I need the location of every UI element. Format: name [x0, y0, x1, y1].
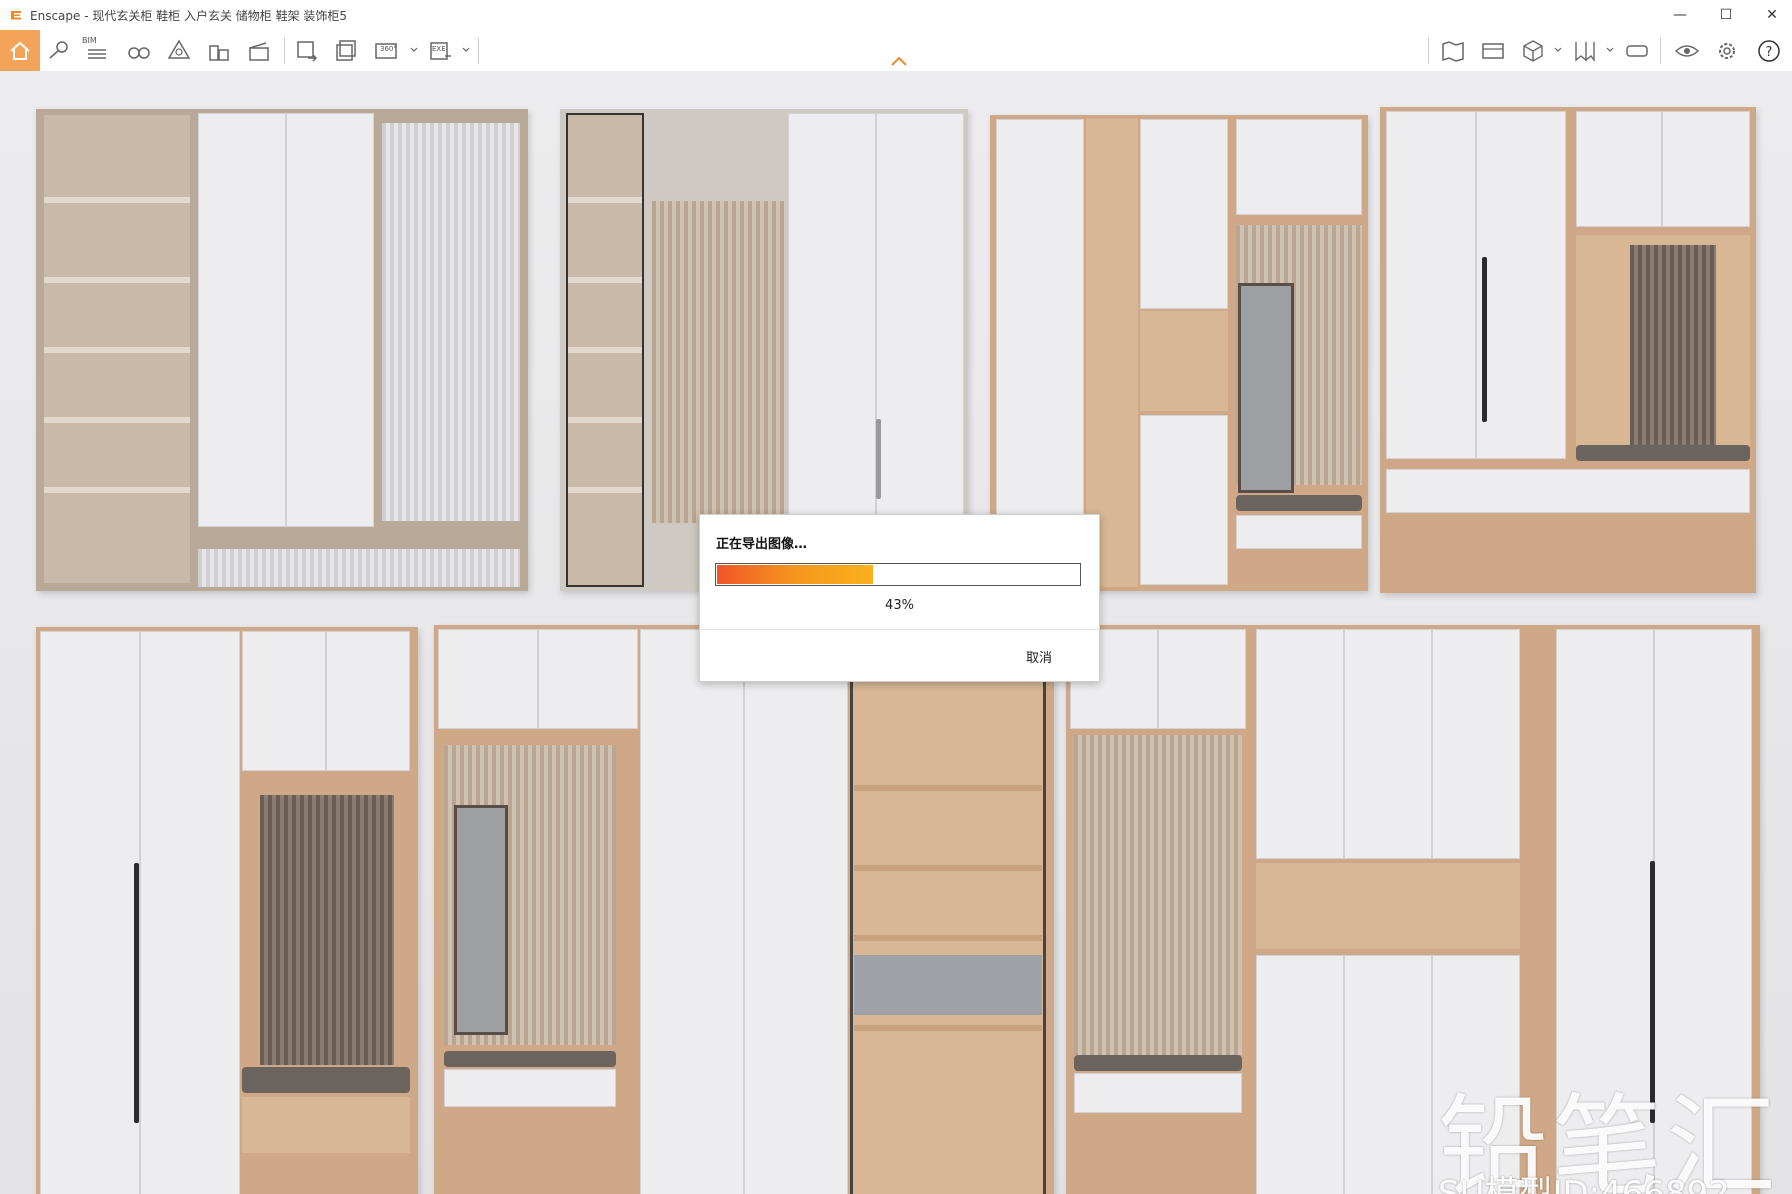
toolbar-separator [478, 38, 479, 64]
buildings-icon[interactable] [206, 38, 232, 64]
toolbar-separator [1428, 38, 1429, 64]
chevron-down-icon[interactable] [1606, 46, 1614, 54]
panorama-label: 360° [380, 45, 397, 53]
enscape-logo-icon [11, 11, 21, 20]
cabinet-model [36, 109, 528, 591]
chevron-down-icon[interactable] [1554, 46, 1562, 54]
bookmark-icon[interactable] [1572, 38, 1598, 64]
clapperboard-icon[interactable] [246, 38, 272, 64]
screenshot-export-icon[interactable] [294, 38, 320, 64]
dialog-divider [700, 629, 1099, 630]
bim-list-icon[interactable] [84, 38, 110, 64]
help-icon[interactable]: ? [1756, 38, 1782, 64]
maximize-button[interactable]: ☐ [1706, 4, 1746, 26]
toolbar-collapse-chevron-up-icon[interactable] [890, 56, 908, 66]
cabinet-model [1380, 107, 1756, 593]
cabinet-model [434, 625, 1054, 1194]
home-icon [10, 41, 30, 60]
map-pin-icon[interactable] [46, 38, 72, 64]
window-titlebar: Enscape - 现代玄关柜 鞋柜 入户玄关 储物柜 鞋架 装饰柜5 — ☐ … [0, 0, 1792, 30]
batch-export-icon[interactable] [334, 38, 360, 64]
material-icon[interactable] [166, 38, 192, 64]
toolbar-separator [1660, 38, 1661, 64]
binoculars-icon[interactable] [126, 38, 152, 64]
asset-library-icon[interactable] [1480, 38, 1506, 64]
progress-fill [717, 565, 873, 584]
export-progress-bar [715, 563, 1081, 586]
gear-icon[interactable] [1714, 38, 1740, 64]
chevron-down-icon[interactable] [462, 46, 470, 54]
window-title: Enscape - 现代玄关柜 鞋柜 入户玄关 储物柜 鞋架 装饰柜5 [30, 9, 348, 23]
cancel-button[interactable]: 取消 [1026, 647, 1052, 666]
chevron-down-icon[interactable] [410, 46, 418, 54]
visual-settings-eye-icon[interactable] [1674, 38, 1700, 64]
progress-percent-label: 43% [885, 598, 914, 613]
vr-headset-icon[interactable] [1624, 38, 1650, 64]
dialog-title: 正在导出图像… [716, 537, 808, 552]
exe-label: EXE [432, 45, 446, 53]
map-icon[interactable] [1440, 38, 1466, 64]
watermark-model-id: SU模型ID:466892 [1438, 1174, 1730, 1194]
svg-text:?: ? [1766, 45, 1773, 60]
toolbar-separator [284, 38, 285, 64]
cabinet-model [36, 627, 418, 1194]
close-button[interactable]: ✕ [1752, 4, 1792, 26]
home-button[interactable] [0, 30, 40, 71]
export-progress-dialog: 正在导出图像… 43% 取消 [699, 514, 1100, 682]
minimize-button[interactable]: — [1660, 4, 1700, 26]
cube-icon[interactable] [1520, 38, 1546, 64]
